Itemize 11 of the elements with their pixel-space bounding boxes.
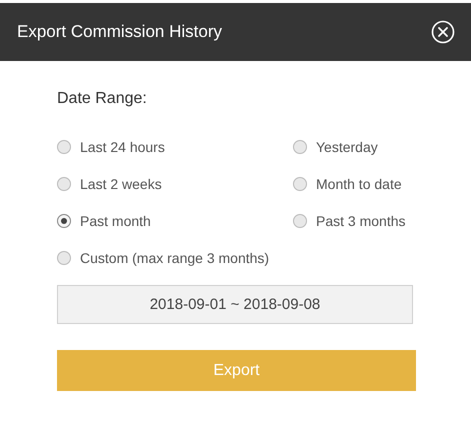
radio-option[interactable]: Past 3 months xyxy=(293,210,406,232)
radio-option[interactable]: Yesterday xyxy=(293,136,378,158)
radio-option[interactable]: Last 24 hours xyxy=(57,136,165,158)
radio-option[interactable]: Past month xyxy=(57,210,151,232)
date-range-label: Date Range: xyxy=(57,90,147,108)
date-range-field[interactable]: 2018-09-01 ~ 2018-09-08 xyxy=(57,285,413,324)
close-icon[interactable] xyxy=(431,20,455,44)
dialog-title: Export Commission History xyxy=(17,22,222,42)
radio-option[interactable]: Month to date xyxy=(293,173,402,195)
radio-option[interactable]: Custom (max range 3 months) xyxy=(57,247,270,269)
radio-option[interactable]: Last 2 weeks xyxy=(57,173,162,195)
